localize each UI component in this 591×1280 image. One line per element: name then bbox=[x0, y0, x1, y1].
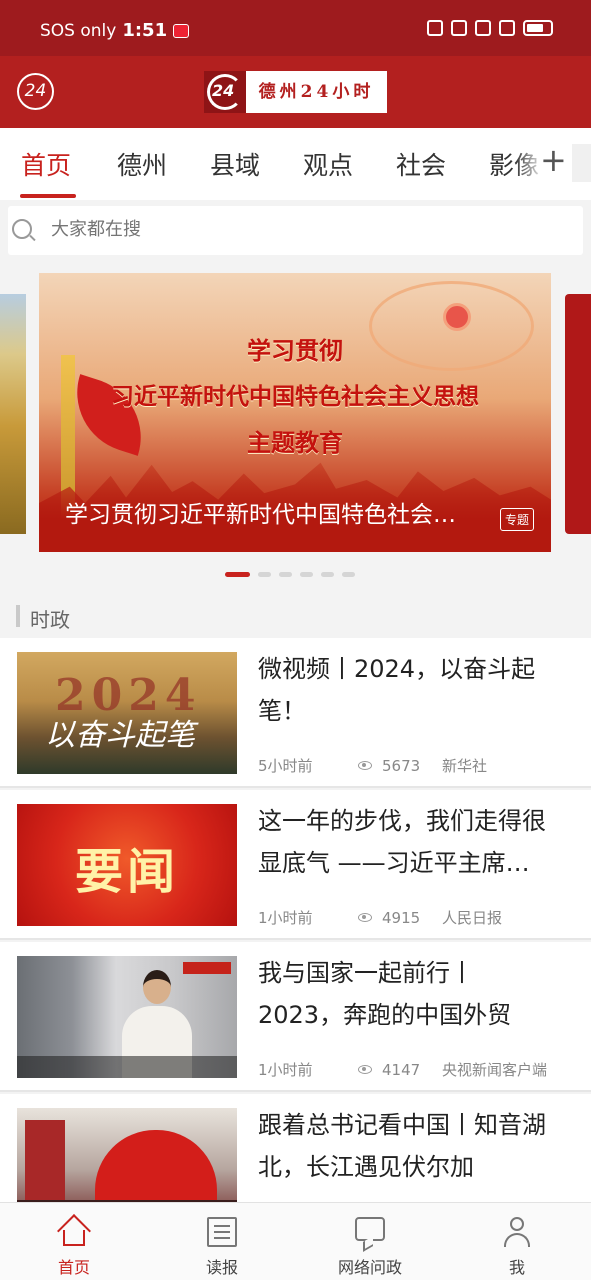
bottom-nav: 首页 读报 网络问政 我 bbox=[0, 1202, 591, 1280]
add-channel-button[interactable]: + bbox=[540, 142, 567, 178]
news-source: 新华社 bbox=[442, 757, 488, 775]
news-views: 4147 bbox=[382, 1060, 421, 1079]
carrier-text: SOS only bbox=[40, 20, 117, 41]
news-item[interactable]: 跟着总书记看中国丨知音湖北，长江遇见伏尔加 bbox=[0, 1094, 591, 1208]
nav-me[interactable]: 我 bbox=[443, 1203, 591, 1280]
news-meta: 5小时前 5673 新华社 bbox=[258, 755, 487, 776]
nav-newspaper[interactable]: 读报 bbox=[148, 1203, 296, 1280]
news-views: 4915 bbox=[382, 908, 421, 927]
app-logo: 24 德州24小时 bbox=[204, 71, 387, 113]
news-thumbnail: 要闻 bbox=[17, 804, 237, 926]
home-icon bbox=[57, 1214, 91, 1248]
news-meta: 1小时前 4915 人民日报 bbox=[258, 907, 502, 928]
tab-dezhou[interactable]: 德州 bbox=[117, 146, 167, 182]
news-title: 这一年的步伐，我们走得很显底气 ——习近平主席… bbox=[258, 807, 546, 877]
news-item[interactable]: 2024 以奋斗起笔 微视频丨2024，以奋斗起笔！ 5小时前 5673 新华社 bbox=[0, 638, 591, 788]
emblem-icon bbox=[443, 303, 471, 331]
tabs-overflow bbox=[572, 144, 591, 182]
active-tab-indicator bbox=[20, 194, 76, 198]
status-bar: SOS only 1:51 bbox=[0, 0, 591, 56]
tab-opinion[interactable]: 观点 bbox=[303, 146, 353, 182]
carousel-dot[interactable] bbox=[225, 572, 250, 577]
carousel-prev-slide[interactable] bbox=[0, 294, 26, 534]
chat-icon bbox=[355, 1217, 385, 1241]
alert-icon bbox=[499, 20, 515, 36]
news-source: 人民日报 bbox=[442, 909, 503, 927]
24h-badge-button[interactable]: 24 bbox=[17, 73, 54, 110]
news-thumbnail bbox=[17, 1108, 237, 1208]
eye-icon bbox=[358, 761, 372, 770]
nav-label: 网络问政 bbox=[337, 1258, 402, 1277]
news-views: 5673 bbox=[382, 756, 421, 775]
carousel-banner[interactable]: 学习贯彻 习近平新时代中国特色社会主义思想 主题教育 学习贯彻习近平新时代中国特… bbox=[39, 273, 551, 552]
nav-home[interactable]: 首页 bbox=[0, 1203, 148, 1280]
nav-label: 首页 bbox=[57, 1258, 90, 1277]
newspaper-icon bbox=[207, 1217, 237, 1247]
search-bar[interactable] bbox=[8, 206, 583, 255]
news-item[interactable]: 我与国家一起前行丨2023，奔跑的中国外贸 1小时前 4147 央视新闻客户端 bbox=[0, 942, 591, 1092]
carousel-dot[interactable] bbox=[321, 572, 334, 577]
status-left: SOS only 1:51 bbox=[40, 20, 190, 41]
search-input[interactable] bbox=[51, 219, 551, 240]
vibrate-icon bbox=[451, 20, 467, 36]
news-item[interactable]: 要闻 这一年的步伐，我们走得很显底气 ——习近平主席… 1小时前 4915 人民… bbox=[0, 790, 591, 940]
app-header: 24 24 德州24小时 bbox=[0, 56, 591, 128]
nav-label: 我 bbox=[508, 1258, 525, 1277]
news-thumbnail bbox=[17, 956, 237, 1078]
banner-headline-1: 学习贯彻 bbox=[247, 336, 343, 365]
search-icon bbox=[12, 219, 32, 239]
banner-caption: 学习贯彻习近平新时代中国特色社会主义思想主题教育 bbox=[65, 502, 475, 528]
banner-headline-3: 主题教育 bbox=[247, 428, 343, 457]
carousel-dot[interactable] bbox=[258, 572, 271, 577]
tab-home[interactable]: 首页 bbox=[21, 146, 71, 182]
news-title: 我与国家一起前行丨2023，奔跑的中国外贸 bbox=[258, 959, 512, 1029]
eye-icon bbox=[358, 913, 372, 922]
news-title: 跟着总书记看中国丨知音湖北，长江遇见伏尔加 bbox=[258, 1111, 546, 1181]
news-list: 2024 以奋斗起笔 微视频丨2024，以奋斗起笔！ 5小时前 5673 新华社… bbox=[0, 638, 591, 1208]
user-icon bbox=[502, 1217, 532, 1247]
logo-mark-icon: 24 bbox=[204, 71, 246, 113]
thumb-slogan: 以奋斗起笔 bbox=[45, 718, 195, 753]
news-source: 央视新闻客户端 bbox=[442, 1061, 548, 1079]
news-title: 微视频丨2024，以奋斗起笔！ bbox=[258, 655, 536, 725]
tab-society[interactable]: 社会 bbox=[396, 146, 446, 182]
wifi-icon bbox=[475, 20, 491, 36]
status-icons bbox=[427, 20, 553, 36]
carousel-next-slide[interactable] bbox=[565, 294, 591, 534]
carousel-indicator bbox=[225, 572, 355, 577]
news-time: 1小时前 bbox=[258, 909, 313, 927]
news-meta: 1小时前 4147 央视新闻客户端 bbox=[258, 1059, 547, 1080]
battery-icon bbox=[523, 20, 553, 36]
section-title: 时政 bbox=[30, 608, 70, 632]
news-time: 1小时前 bbox=[258, 1061, 313, 1079]
carousel-dot[interactable] bbox=[279, 572, 292, 577]
banner-topic-tag: 专题 bbox=[500, 508, 535, 531]
channel-tabs: 首页 德州 县域 观点 社会 影像 + bbox=[0, 128, 591, 200]
thumb-label: 要闻 bbox=[74, 844, 179, 900]
logo-text: 德州24小时 bbox=[246, 71, 387, 113]
app-screen: SOS only 1:51 24 24 德州24小时 首页 德州 县域 观点 社… bbox=[0, 0, 591, 1280]
nav-label: 读报 bbox=[205, 1258, 238, 1277]
carousel-dot[interactable] bbox=[300, 572, 313, 577]
notification-icon bbox=[173, 23, 190, 38]
banner-headline-2: 习近平新时代中国特色社会主义思想 bbox=[111, 383, 479, 410]
tab-county[interactable]: 县域 bbox=[210, 146, 260, 182]
nav-online-inquiry[interactable]: 网络问政 bbox=[296, 1203, 444, 1280]
news-thumbnail: 2024 以奋斗起笔 bbox=[17, 652, 237, 774]
news-time: 5小时前 bbox=[258, 757, 313, 775]
eye-icon bbox=[358, 1065, 372, 1074]
nfc-icon bbox=[427, 20, 443, 36]
carousel-dot[interactable] bbox=[342, 572, 355, 577]
clock: 1:51 bbox=[122, 20, 168, 41]
